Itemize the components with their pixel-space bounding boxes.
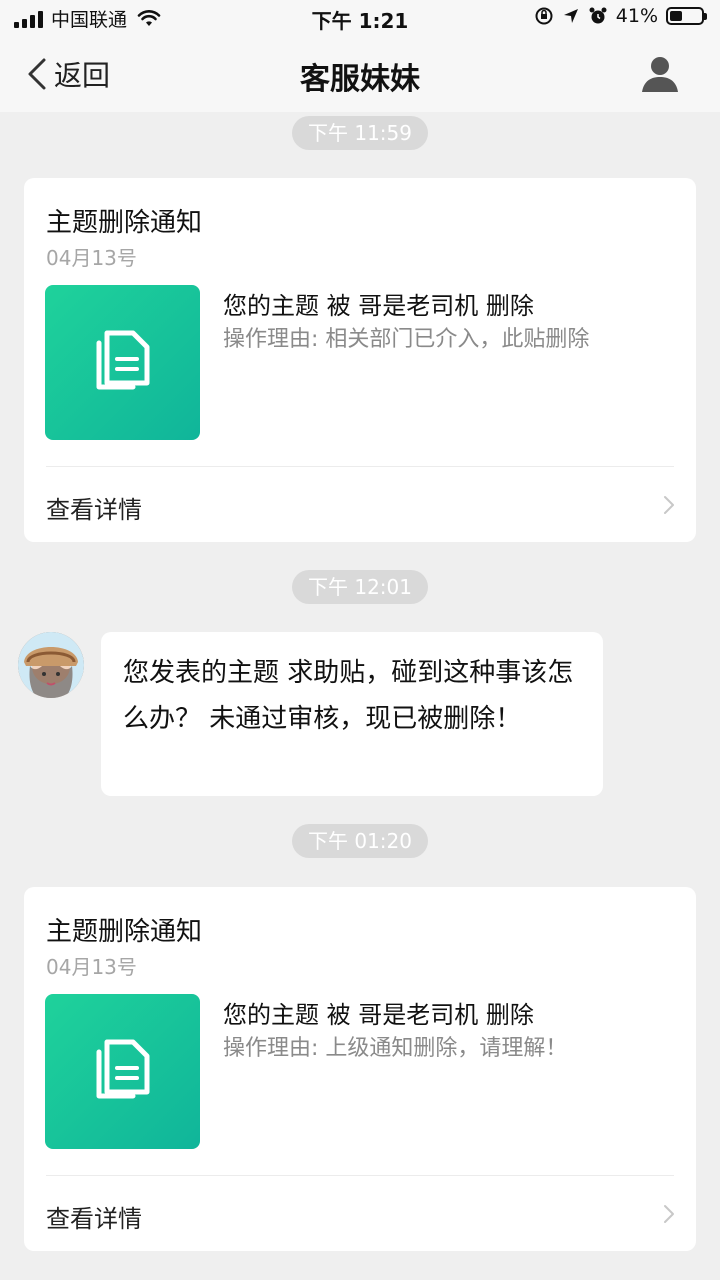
card-date: 04月13号 [46,955,137,979]
status-right: 41% [534,5,707,27]
status-bar: 中国联通 下午 1:21 41% [0,0,720,36]
orientation-lock-icon [535,7,553,25]
page-title: 客服妹妹 [300,62,420,97]
card-reason: 操作理由: 上级通知删除，请理解！ [223,1036,568,1061]
notification-card[interactable]: 主题删除通知 04月13号 您的主题 被 哥是老司机 删除 操作理由: 上级通知… [24,887,696,1251]
card-title: 主题删除通知 [46,917,203,947]
avatar[interactable] [18,632,84,698]
timestamp-pill: 下午 01:20 [292,824,428,858]
chevron-right-icon [664,496,674,514]
location-arrow-icon [563,9,578,23]
timestamp-pill: 下午 11:59 [292,116,428,150]
chat-message-text: 您发表的主题 求助贴，碰到这种事该怎么办？ 未通过审核，现已被删除！ [123,658,574,734]
view-details-link[interactable]: 查看详情 [46,490,142,525]
chevron-right-icon [664,1205,674,1223]
card-date: 04月13号 [46,246,137,270]
card-thumbnail [45,994,200,1149]
nav-bar: 返回 客服妹妹 [0,36,720,112]
document-icon [96,330,150,390]
card-thumbnail [45,285,200,440]
battery-icon [666,7,707,25]
chat-bubble[interactable]: 您发表的主题 求助贴，碰到这种事该怎么办？ 未通过审核，现已被删除！ [101,632,603,796]
card-title: 主题删除通知 [46,208,203,238]
battery-level [670,11,683,21]
timestamp-pill: 下午 12:01 [292,570,428,604]
person-icon [642,57,678,92]
card-reason: 操作理由: 相关部门已介入，此贴删除 [223,327,590,352]
document-icon [96,1039,150,1099]
view-details-link[interactable]: 查看详情 [46,1199,142,1234]
alarm-icon [589,7,607,24]
battery-percent: 41% [615,5,658,27]
avatar-image [18,632,84,698]
divider [46,466,674,467]
card-headline: 您的主题 被 哥是老司机 删除 [223,292,534,320]
profile-button[interactable] [640,54,680,98]
card-headline: 您的主题 被 哥是老司机 删除 [223,1001,534,1029]
divider [46,1175,674,1176]
notification-card[interactable]: 主题删除通知 04月13号 您的主题 被 哥是老司机 删除 操作理由: 相关部门… [24,178,696,542]
